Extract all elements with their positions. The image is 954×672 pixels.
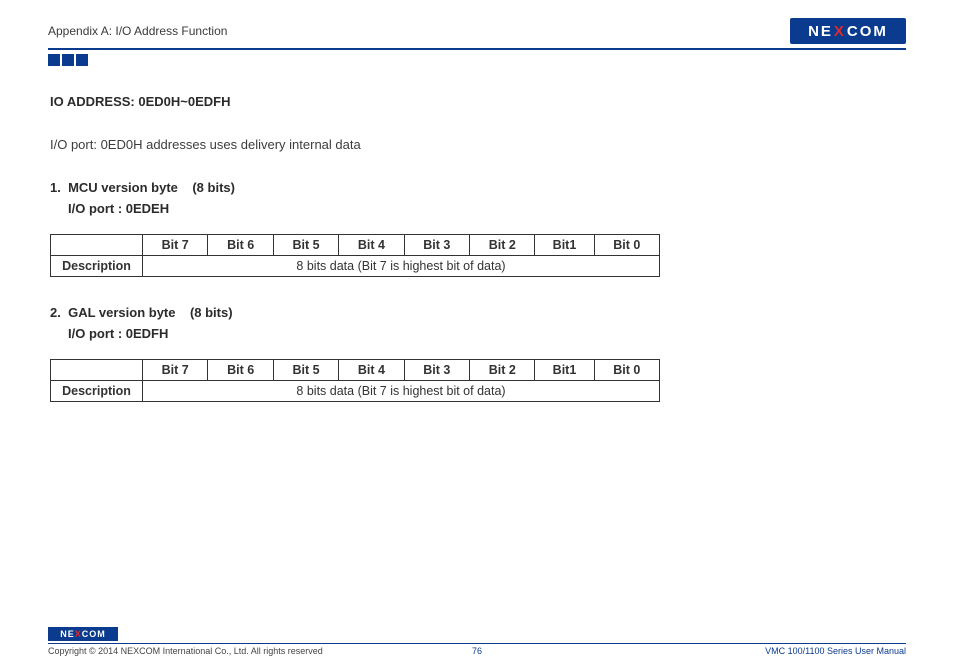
table-row: Description 8 bits data (Bit 7 is highes… xyxy=(51,256,660,277)
item-1-port: I/O port : 0EDEH xyxy=(68,201,906,216)
io-address-heading: IO ADDRESS: 0ED0H~0EDFH xyxy=(50,94,906,109)
footer-logo: NEXCOM xyxy=(48,627,118,641)
main-content: IO ADDRESS: 0ED0H~0EDFH I/O port: 0ED0H … xyxy=(48,94,906,402)
item-1-table: Bit 7 Bit 6 Bit 5 Bit 4 Bit 3 Bit 2 Bit1… xyxy=(50,234,660,277)
appendix-title: Appendix A: I/O Address Function xyxy=(48,24,227,38)
page-footer: NEXCOM Copyright © 2014 NEXCOM Internati… xyxy=(48,627,906,656)
footer-rule xyxy=(48,643,906,644)
manual-name: VMC 100/1100 Series User Manual xyxy=(765,646,906,656)
item-1-title: 1. MCU version byte (8 bits) xyxy=(50,180,906,195)
item-2-port: I/O port : 0EDFH xyxy=(68,326,906,341)
decorative-squares xyxy=(48,54,906,66)
nexcom-logo: NEXCOM xyxy=(790,18,906,44)
item-2-table: Bit 7 Bit 6 Bit 5 Bit 4 Bit 3 Bit 2 Bit1… xyxy=(50,359,660,402)
io-port-subtext: I/O port: 0ED0H addresses uses delivery … xyxy=(50,137,906,152)
header-rule xyxy=(48,48,906,50)
page-number: 76 xyxy=(472,646,482,656)
copyright-text: Copyright © 2014 NEXCOM International Co… xyxy=(48,646,323,656)
footer-row: Copyright © 2014 NEXCOM International Co… xyxy=(48,646,906,656)
header-row: Appendix A: I/O Address Function NEXCOM xyxy=(48,18,906,44)
table-row: Description 8 bits data (Bit 7 is highes… xyxy=(51,381,660,402)
item-2-title: 2. GAL version byte (8 bits) xyxy=(50,305,906,320)
table-header-row: Bit 7 Bit 6 Bit 5 Bit 4 Bit 3 Bit 2 Bit1… xyxy=(51,360,660,381)
table-header-row: Bit 7 Bit 6 Bit 5 Bit 4 Bit 3 Bit 2 Bit1… xyxy=(51,235,660,256)
